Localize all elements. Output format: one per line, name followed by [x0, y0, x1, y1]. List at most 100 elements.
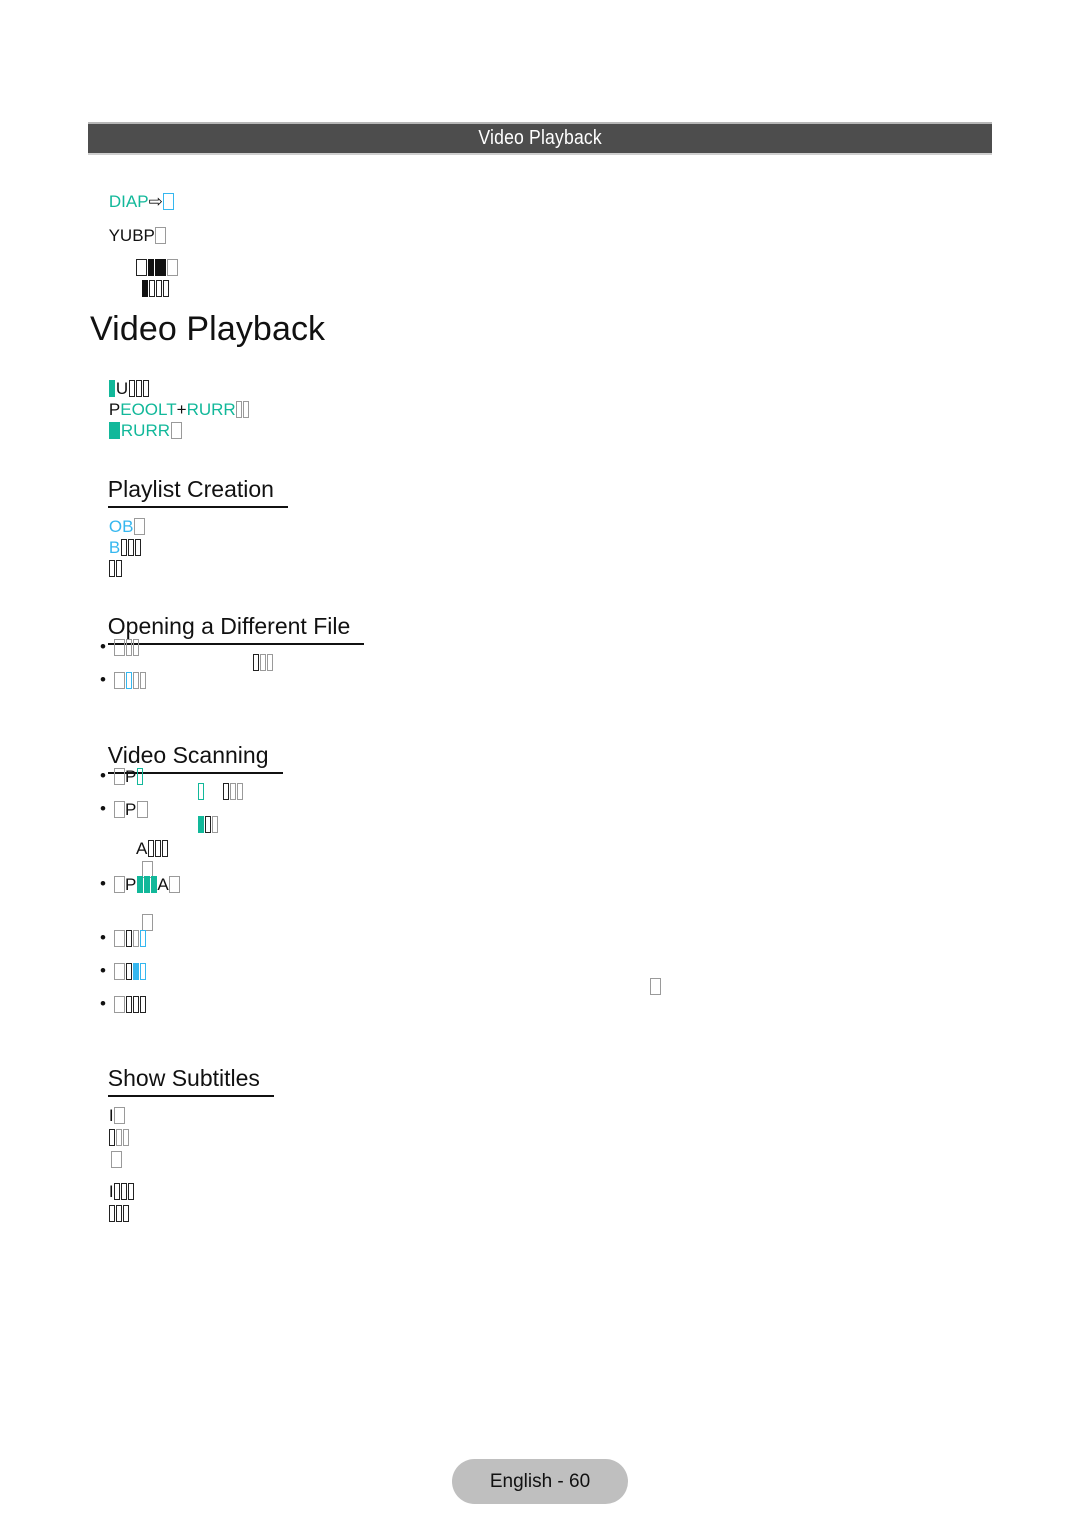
- list-item-letter: P: [125, 767, 137, 786]
- missing-glyph: [156, 280, 163, 297]
- bullet-icon: •: [100, 670, 106, 689]
- scanning-row-2-teal-glyph: [180, 800, 219, 850]
- missing-glyph: [150, 876, 157, 893]
- missing-glyph: [113, 876, 125, 893]
- missing-glyph: [134, 539, 141, 556]
- list-item: •: [100, 638, 139, 658]
- missing-glyph: [125, 672, 132, 689]
- list-item-letter: P: [125, 800, 137, 819]
- missing-glyph: [123, 1129, 130, 1146]
- missing-glyph: [223, 783, 230, 800]
- missing-glyph: [113, 639, 125, 656]
- missing-glyph: [125, 996, 132, 1013]
- list-item-content: [113, 995, 146, 1015]
- missing-glyph: [139, 930, 146, 947]
- missing-glyph: [236, 401, 243, 418]
- intro-line-3: RURR: [90, 405, 182, 456]
- list-item: •: [100, 929, 146, 949]
- section-heading-label: Show Subtitles: [107, 1067, 274, 1097]
- bullet-icon: •: [100, 637, 106, 656]
- missing-glyph: [113, 801, 125, 818]
- missing-glyph: [136, 801, 148, 818]
- intro-line-2-teal-b: RURR: [186, 400, 236, 419]
- list-item-trailing-glyph-1: [235, 638, 274, 688]
- missing-glyph: [136, 876, 143, 893]
- missing-glyph: [154, 840, 161, 857]
- stop-marker-icon: [109, 422, 121, 439]
- missing-glyph: [125, 963, 132, 980]
- missing-glyph: [139, 996, 146, 1013]
- page-footer-label: English - 60: [489, 1470, 591, 1492]
- missing-glyph: [125, 639, 132, 656]
- list-item-sub-letter: A: [157, 875, 169, 894]
- intro-line-3-text: RURR: [120, 421, 171, 440]
- missing-glyph: [113, 930, 125, 947]
- list-item: •: [100, 995, 146, 1015]
- running-header-bar: Video Playback: [88, 122, 992, 155]
- missing-glyph: [136, 768, 143, 785]
- missing-glyph: [143, 876, 150, 893]
- missing-glyph: [113, 963, 125, 980]
- missing-glyph: [116, 1205, 123, 1222]
- breadcrumb-missing-glyph: [163, 193, 175, 210]
- missing-glyph: [170, 422, 182, 439]
- bullet-icon: •: [100, 874, 106, 893]
- subheader-missing-glyph: [155, 227, 167, 244]
- bullet-icon: •: [100, 994, 106, 1013]
- glyph-cluster-row-2: [124, 264, 170, 314]
- missing-glyph: [260, 654, 267, 671]
- page-title: Video Playback: [90, 310, 326, 348]
- missing-glyph: [132, 672, 139, 689]
- fast-forward-icon: [198, 816, 205, 833]
- list-item-content: P: [113, 800, 148, 820]
- missing-glyph: [113, 996, 125, 1013]
- list-item: • PA: [100, 875, 181, 895]
- missing-glyph: [169, 876, 181, 893]
- missing-glyph: [132, 963, 139, 980]
- bullet-icon: •: [100, 961, 106, 980]
- list-item: • P: [100, 800, 148, 820]
- missing-glyph: [142, 280, 149, 297]
- breadcrumb-arrow-icon: ⇨: [148, 192, 163, 211]
- missing-glyph: [113, 672, 125, 689]
- list-item: •: [100, 671, 146, 691]
- missing-glyph: [267, 654, 274, 671]
- missing-glyph: [132, 996, 139, 1013]
- list-item-content: [113, 638, 139, 658]
- missing-glyph: [123, 1205, 130, 1222]
- missing-glyph: [253, 654, 260, 671]
- missing-glyph: [212, 816, 219, 833]
- missing-glyph: [132, 639, 139, 656]
- missing-glyph: [650, 978, 662, 995]
- page-footer-badge: English - 60: [452, 1459, 628, 1504]
- missing-glyph: [198, 783, 205, 800]
- list-item-content: [113, 929, 146, 949]
- missing-glyph: [132, 930, 139, 947]
- missing-glyph: [149, 280, 156, 297]
- document-page: Video Playback DIAP⇨ YUBP Video Playback…: [0, 0, 1080, 1534]
- list-item-letter: P: [125, 875, 137, 894]
- missing-glyph: [161, 840, 168, 857]
- missing-glyph: [205, 816, 212, 833]
- missing-glyph: [109, 560, 116, 577]
- missing-glyph: [127, 539, 134, 556]
- bullet-icon: •: [100, 928, 106, 947]
- missing-glyph: [139, 963, 146, 980]
- missing-glyph: [125, 930, 132, 947]
- list-item: •: [100, 962, 146, 982]
- list-item-content: [113, 671, 146, 691]
- running-header-title: Video Playback: [478, 127, 602, 149]
- missing-glyph: [163, 280, 170, 297]
- bullet-icon: •: [100, 766, 106, 785]
- missing-glyph: [109, 1205, 116, 1222]
- missing-glyph: [113, 768, 125, 785]
- playlist-creation-line-3: [90, 543, 123, 594]
- list-item-content: PA: [113, 875, 181, 895]
- scanning-row-5-trailing-glyph: [632, 962, 662, 1012]
- missing-glyph: [116, 560, 123, 577]
- breadcrumb-prefix: DIAP: [108, 192, 149, 211]
- list-item: • P: [100, 767, 143, 787]
- missing-glyph: [139, 672, 146, 689]
- show-subtitles-line-5: [90, 1188, 130, 1239]
- missing-glyph: [243, 401, 250, 418]
